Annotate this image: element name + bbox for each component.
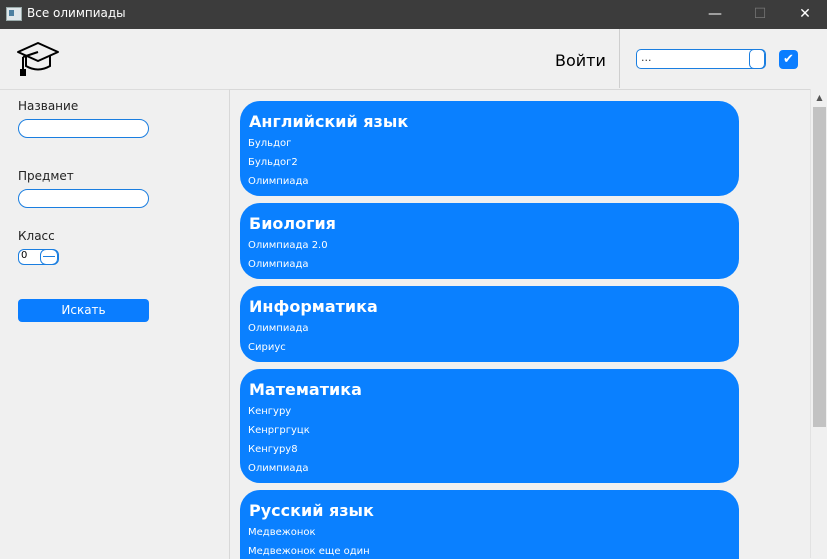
graduation-cap-icon [17, 42, 59, 76]
class-spin-arrows[interactable] [40, 249, 58, 265]
window-title: Все олимпиады [27, 6, 126, 20]
subject-card[interactable]: Биология Олимпиада 2.0 Олимпиада [240, 203, 739, 279]
maximize-button[interactable]: ☐ [737, 0, 783, 29]
class-label: Класс [18, 229, 55, 243]
confirm-checkbox[interactable]: ✔ [779, 50, 798, 69]
olympiad-item[interactable]: Сириус [248, 342, 286, 353]
name-label: Название [18, 99, 79, 113]
combobox-value: ... [641, 51, 652, 64]
subject-title: Русский язык [249, 501, 374, 520]
olympiad-item[interactable]: Медвежонок еще один [248, 546, 370, 557]
subject-title: Английский язык [249, 112, 409, 131]
vertical-scrollbar[interactable]: ▲ [810, 89, 827, 558]
subject-card[interactable]: Математика Кенгуру Кенргргуцк Кенгуру8 О… [240, 369, 739, 483]
subject-title: Информатика [249, 297, 378, 316]
olympiad-list[interactable]: Английский язык Бульдог Бульдог2 Олимпиа… [229, 89, 811, 559]
header-bar: Войти ... ✔ [0, 29, 827, 90]
class-value: 0 [21, 250, 28, 261]
olympiad-item[interactable]: Кенргргуцк [248, 425, 310, 436]
subject-title: Математика [249, 380, 362, 399]
filter-sidebar: Название Предмет Класс 0 Искать [0, 90, 229, 558]
scrollbar-thumb[interactable] [813, 107, 826, 427]
minimize-button[interactable]: — [692, 0, 738, 29]
subject-title: Биология [249, 214, 336, 233]
olympiad-item[interactable]: Олимпиада 2.0 [248, 240, 328, 251]
user-combobox[interactable]: ... [636, 49, 766, 69]
olympiad-item[interactable]: Олимпиада [248, 323, 309, 334]
subject-card[interactable]: Русский язык Медвежонок Медвежонок еще о… [240, 490, 739, 559]
close-button[interactable]: ✕ [782, 0, 827, 29]
olympiad-item[interactable]: Бульдог2 [248, 157, 298, 168]
olympiad-item[interactable]: Бульдог [248, 138, 291, 149]
class-spinbox[interactable]: 0 [18, 249, 59, 265]
olympiad-item[interactable]: Кенгуру [248, 406, 291, 417]
olympiad-item[interactable]: Олимпиада [248, 259, 309, 270]
subject-label: Предмет [18, 169, 74, 183]
olympiad-item[interactable]: Медвежонок [248, 527, 316, 538]
subject-input[interactable] [18, 189, 149, 208]
combobox-dropdown-button[interactable] [749, 49, 765, 69]
scroll-up-icon[interactable]: ▲ [811, 93, 827, 102]
search-button[interactable]: Искать [18, 299, 149, 322]
header-divider [619, 29, 620, 88]
name-input[interactable] [18, 119, 149, 138]
olympiad-item[interactable]: Олимпиада [248, 463, 309, 474]
olympiad-item[interactable]: Олимпиада [248, 176, 309, 187]
subject-card[interactable]: Информатика Олимпиада Сириус [240, 286, 739, 362]
app-icon [6, 7, 22, 21]
subject-card[interactable]: Английский язык Бульдог Бульдог2 Олимпиа… [240, 101, 739, 196]
olympiad-item[interactable]: Кенгуру8 [248, 444, 298, 455]
login-link[interactable]: Войти [555, 51, 606, 70]
window-titlebar: Все олимпиады — ☐ ✕ [0, 0, 827, 29]
